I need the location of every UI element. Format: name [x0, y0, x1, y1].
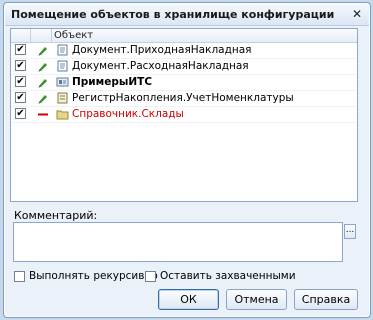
row-label: РегистрНакопления.УчетНоменклатуры: [72, 92, 294, 104]
list-row[interactable]: ✔ Документ.ПриходнаяНакладная: [11, 43, 357, 59]
pencil-icon: [38, 47, 47, 56]
ok-button[interactable]: ОК: [158, 289, 219, 310]
list-row[interactable]: ✔ РегистрНакопления.УчетНоменклатуры: [11, 91, 357, 107]
objects-list[interactable]: Объект ✔ Документ.ПриходнаяНакладная ✔ Д…: [10, 28, 358, 202]
keep-captured-label: Оставить захваченными: [160, 270, 296, 282]
row-checkbox[interactable]: ✔: [15, 44, 26, 55]
document-icon: [57, 44, 68, 56]
pencil-icon: [38, 79, 47, 88]
document-icon: [57, 60, 68, 72]
keep-captured-checkbox[interactable]: [145, 271, 156, 282]
list-row[interactable]: ✔ Документ.РасходнаяНакладная: [11, 59, 357, 75]
minus-icon: [38, 113, 48, 116]
row-label: Справочник.Склады: [72, 108, 184, 120]
close-button[interactable]: ✕: [349, 7, 365, 22]
row-checkbox[interactable]: ✔: [15, 92, 26, 103]
folder-icon: [56, 110, 69, 120]
comment-label: Комментарий:: [14, 209, 98, 222]
comment-input[interactable]: [13, 222, 343, 262]
cancel-button[interactable]: Отмена: [226, 289, 287, 310]
row-checkbox[interactable]: ✔: [15, 76, 26, 87]
list-header: Объект: [11, 29, 357, 43]
row-label: Документ.ПриходнаяНакладная: [72, 44, 252, 56]
register-icon: [57, 92, 68, 104]
header-separator: [51, 29, 52, 42]
pencil-icon: [38, 63, 47, 72]
row-label: Документ.РасходнаяНакладная: [72, 60, 249, 72]
recursive-checkbox[interactable]: [14, 271, 25, 282]
list-row[interactable]: ✔ ПримерыИТС: [11, 75, 357, 91]
row-checkbox[interactable]: ✔: [15, 108, 26, 119]
header-separator: [30, 29, 31, 42]
configuration-icon: [56, 77, 69, 87]
recursive-label: Выполнять рекурсивно: [29, 270, 158, 282]
row-label: ПримерыИТС: [72, 76, 153, 88]
help-button[interactable]: Справка: [294, 289, 358, 310]
column-header-object: Объект: [54, 30, 94, 41]
title-bar[interactable]: Помещение объектов в хранилище конфигура…: [5, 4, 369, 26]
pencil-icon: [38, 95, 47, 104]
comment-select-button[interactable]: ...: [344, 224, 356, 239]
list-row[interactable]: ✔ Справочник.Склады: [11, 107, 357, 123]
dialog-title: Помещение объектов в хранилище конфигура…: [11, 8, 335, 21]
row-checkbox[interactable]: ✔: [15, 60, 26, 71]
